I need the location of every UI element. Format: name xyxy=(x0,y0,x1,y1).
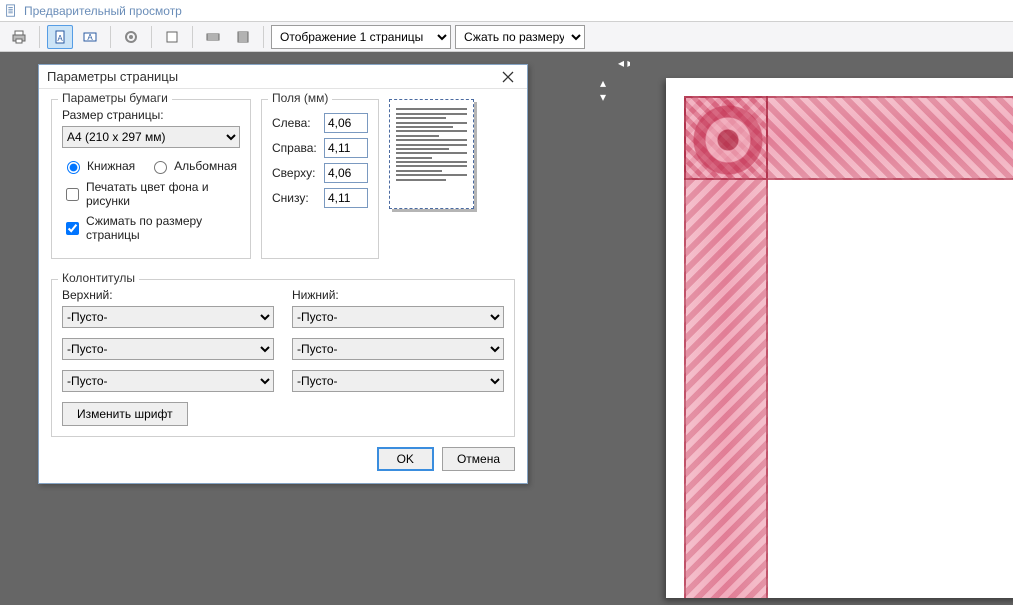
shrink-to-fit-checkbox[interactable]: Сжимать по размеру страницы xyxy=(62,214,240,242)
preview-page xyxy=(666,78,1013,598)
margin-left-input[interactable] xyxy=(324,113,368,133)
page-size-select[interactable]: A4 (210 x 297 мм) xyxy=(62,126,240,148)
print-background-checkbox[interactable]: Печатать цвет фона и рисунки xyxy=(62,180,240,208)
portrait-radio[interactable]: Книжная xyxy=(62,158,135,174)
svg-text:A: A xyxy=(57,34,63,43)
headers-footers-fieldset: Колонтитулы Верхний: -Пусто- -Пусто- -Пу… xyxy=(51,279,515,437)
toolbar: A A Отображение 1 страницы Сжать по разм… xyxy=(0,22,1013,52)
change-font-button[interactable]: Изменить шрифт xyxy=(62,402,188,426)
margin-right-label: Справа: xyxy=(272,141,318,155)
split-vertical-handle[interactable]: ▴▾ xyxy=(600,76,614,98)
headers-off-button[interactable] xyxy=(159,25,185,49)
margin-top-input[interactable] xyxy=(324,163,368,183)
margins-legend: Поля (мм) xyxy=(268,91,332,105)
document-icon xyxy=(4,4,18,18)
print-preview-pane xyxy=(630,52,1013,605)
paper-legend: Параметры бумаги xyxy=(58,91,172,105)
mini-preview xyxy=(389,99,494,269)
page-setup-dialog: Параметры страницы Параметры бумаги Разм… xyxy=(38,64,528,484)
toolbar-separator xyxy=(110,26,111,48)
print-button[interactable] xyxy=(6,25,32,49)
header-select-1[interactable]: -Пусто- xyxy=(62,306,274,328)
footer-select-3[interactable]: -Пусто- xyxy=(292,370,504,392)
zoom-select[interactable]: Сжать по размеру xyxy=(455,25,585,49)
full-page-button[interactable] xyxy=(230,25,256,49)
cancel-button[interactable]: Отмена xyxy=(442,447,515,471)
footer-select-2[interactable]: -Пусто- xyxy=(292,338,504,360)
toolbar-separator xyxy=(192,26,193,48)
toolbar-separator xyxy=(39,26,40,48)
workspace: ◂ ▸ ▴▾ Параметры страницы Параметры бума… xyxy=(0,52,1013,605)
svg-text:A: A xyxy=(87,33,93,42)
page-size-label: Размер страницы: xyxy=(62,108,240,122)
header-select-3[interactable]: -Пусто- xyxy=(62,370,274,392)
mini-preview-page xyxy=(389,99,474,209)
margins-fieldset: Поля (мм) Слева: Справа: Сверху: Снизу: xyxy=(261,99,379,259)
margin-bottom-label: Снизу: xyxy=(272,191,318,205)
header-select-2[interactable]: -Пусто- xyxy=(62,338,274,360)
hf-legend: Колонтитулы xyxy=(58,271,139,285)
margin-bottom-input[interactable] xyxy=(324,188,368,208)
close-icon xyxy=(502,71,514,83)
portrait-button[interactable]: A xyxy=(47,25,73,49)
pages-per-view-select[interactable]: Отображение 1 страницы xyxy=(271,25,451,49)
page-setup-button[interactable] xyxy=(118,25,144,49)
footer-select-1[interactable]: -Пусто- xyxy=(292,306,504,328)
window-titlebar: Предварительный просмотр xyxy=(0,0,1013,22)
toolbar-separator xyxy=(151,26,152,48)
paper-fieldset: Параметры бумаги Размер страницы: A4 (21… xyxy=(51,99,251,259)
window-title: Предварительный просмотр xyxy=(24,4,182,18)
toolbar-separator xyxy=(263,26,264,48)
close-button[interactable] xyxy=(495,67,521,87)
ok-button[interactable]: OK xyxy=(377,447,434,471)
dialog-title: Параметры страницы xyxy=(47,69,178,84)
ornate-border-corner xyxy=(684,96,768,180)
landscape-radio[interactable]: Альбомная xyxy=(149,158,237,174)
margin-right-input[interactable] xyxy=(324,138,368,158)
margin-left-label: Слева: xyxy=(272,116,318,130)
full-width-button[interactable] xyxy=(200,25,226,49)
margin-top-label: Сверху: xyxy=(272,166,318,180)
footer-label: Нижний: xyxy=(292,288,504,302)
header-label: Верхний: xyxy=(62,288,274,302)
dialog-titlebar: Параметры страницы xyxy=(39,65,527,89)
landscape-button[interactable]: A xyxy=(77,25,103,49)
